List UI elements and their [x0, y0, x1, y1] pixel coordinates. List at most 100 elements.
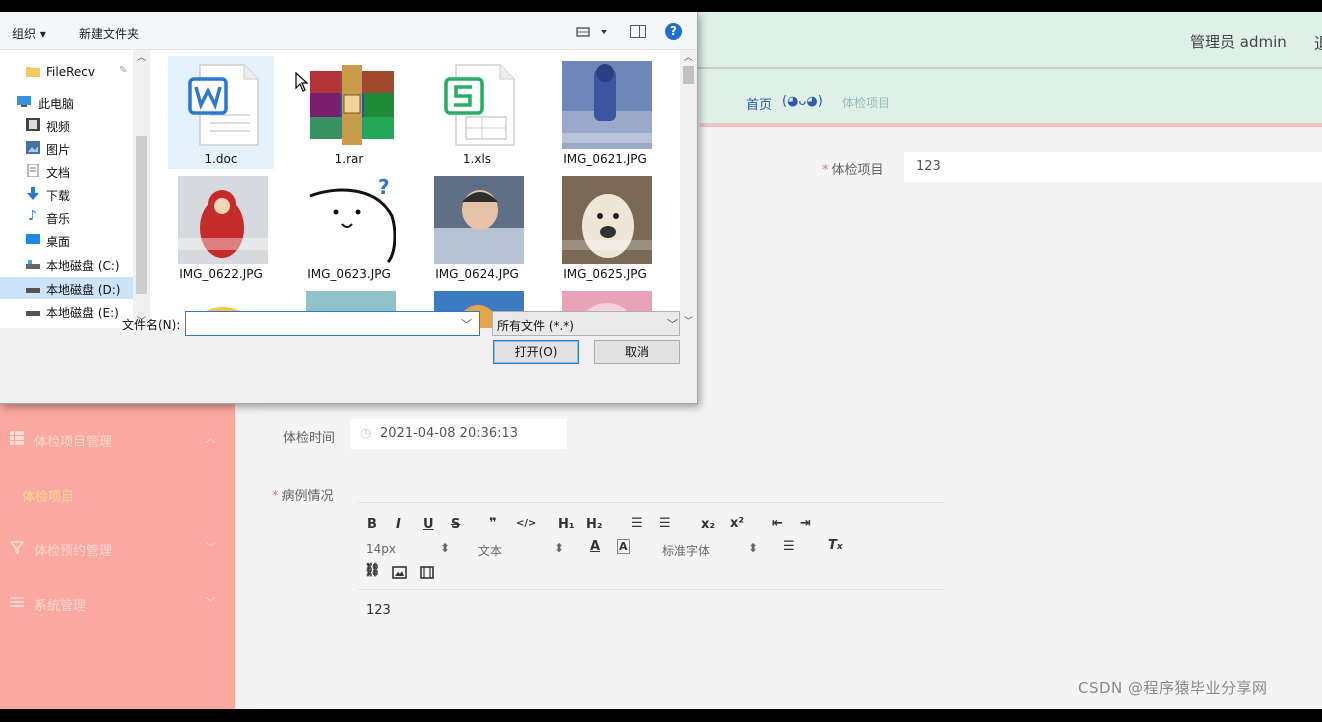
text-style-select[interactable]: 文本	[478, 542, 502, 559]
nav-item-drive-c[interactable]: 本地磁盘 (C:)	[0, 253, 138, 275]
blockquote-button[interactable]: ❞	[489, 516, 497, 531]
desktop-icon	[26, 234, 40, 244]
file-tile[interactable]: IMG_0621.JPG	[552, 56, 658, 169]
chevron-updown-icon: ⬍	[748, 541, 759, 555]
bullet-list-button[interactable]: ☰	[659, 516, 671, 531]
font-color-icon[interactable]: A	[590, 539, 600, 554]
photo-thumbnail: ?	[306, 176, 396, 264]
nav-item-pictures[interactable]: 图片	[0, 137, 138, 159]
sidebar-item-label: 体检预约管理	[34, 544, 113, 559]
rich-text-editor[interactable]: B I U S ❞ </> H₁ H₂ ☰ ☰ x₂ x² ⇤ ⇥ 14px ⬍…	[358, 502, 945, 707]
music-icon: ♪	[28, 208, 37, 224]
file-list: 1.doc 1.rar 1.xls IMG_0621.JPG IMG_0622.…	[150, 50, 697, 328]
video-icon[interactable]	[420, 566, 434, 579]
font-size-select[interactable]: 14px	[366, 542, 396, 556]
italic-button[interactable]: I	[396, 517, 401, 532]
file-type-select[interactable]: 所有文件 (*.*)	[492, 311, 680, 336]
image-icon	[26, 141, 40, 154]
chevron-up-icon: ︿	[205, 432, 216, 445]
image-icon[interactable]	[392, 566, 407, 579]
video-icon	[26, 118, 40, 131]
scroll-thumb[interactable]	[683, 66, 694, 84]
file-tile[interactable]: 1.xls	[424, 56, 530, 169]
grid-icon	[10, 431, 24, 445]
sidebar-item-system-management[interactable]: 系统管理 ﹀	[0, 588, 235, 618]
cancel-button[interactable]: 取消	[594, 340, 680, 364]
outdent-button[interactable]: ⇤	[772, 516, 783, 531]
file-tile[interactable]: IMG_0625.JPG	[552, 171, 658, 284]
watermark: CSDN @程序猿毕业分享网	[1078, 679, 1268, 697]
indent-button[interactable]: ⇥	[800, 516, 811, 531]
open-button[interactable]: 打开(O)	[493, 340, 579, 364]
sidebar-item-label: 体检项目	[22, 490, 75, 505]
photo-thumbnail	[562, 61, 652, 149]
breadcrumb-home[interactable]: 首页	[746, 94, 772, 113]
datetime-input[interactable]: ◷ 2021-04-08 20:36:13	[350, 419, 567, 449]
nav-item-music[interactable]: ♪ 音乐	[0, 206, 138, 228]
chevron-down-icon[interactable]: ﹀	[461, 316, 472, 332]
superscript-button[interactable]: x²	[730, 516, 744, 531]
nav-item-desktop[interactable]: 桌面	[0, 229, 138, 251]
admin-user-label[interactable]: 管理员 admin	[1190, 31, 1287, 52]
file-tile[interactable]: 1.doc	[168, 56, 274, 169]
condition-field-label: * 病例情况	[272, 489, 334, 504]
filter-icon	[10, 541, 24, 554]
align-icon[interactable]: ☰	[783, 539, 795, 554]
nav-item-drive-e[interactable]: 本地磁盘 (E:)	[0, 300, 138, 322]
new-folder-button[interactable]: 新建文件夹	[79, 25, 139, 42]
file-open-dialog: 组织 ▾ 新建文件夹 ? FileRecv ✎ 此电脑 视频 图片 文档 下载 …	[0, 12, 698, 404]
sidebar-item-appointment-management[interactable]: 体检预约管理 ﹀	[0, 533, 235, 563]
sidebar-item-project[interactable]: 体检项目	[0, 479, 235, 509]
drive-icon	[26, 311, 40, 316]
nav-item-drive-d[interactable]: 本地磁盘 (D:)	[0, 277, 138, 299]
chevron-updown-icon: ⬍	[554, 541, 565, 555]
ordered-list-button[interactable]: ☰	[631, 516, 643, 531]
preview-pane-icon[interactable]	[630, 25, 646, 38]
photo-thumbnail	[434, 176, 524, 264]
file-tile[interactable]: ? IMG_0623.JPG	[296, 171, 402, 284]
project-input[interactable]: 123	[904, 152, 1322, 182]
view-options-icon[interactable]	[576, 26, 610, 38]
photo-thumbnail	[178, 176, 268, 264]
file-scrollbar[interactable]: ︿ ﹀	[680, 50, 697, 328]
nav-scrollbar[interactable]: ︿ ﹀	[133, 50, 150, 328]
download-icon	[27, 187, 39, 200]
underline-button[interactable]: U	[423, 517, 434, 532]
breadcrumb-emoticon: (◕ᴗ◕)	[782, 94, 823, 109]
drive-icon	[26, 260, 40, 269]
filename-input[interactable]	[185, 311, 480, 336]
heading2-button[interactable]: H₂	[586, 517, 603, 532]
screen: 管理员 admin 退 首页 (◕ᴗ◕) 体检项目 体检项目管理 ︿ 体检项目 …	[0, 12, 1322, 709]
logout-link[interactable]: 退	[1314, 30, 1322, 54]
organize-button[interactable]: 组织 ▾	[12, 25, 46, 42]
chevron-down-icon[interactable]: ﹀	[667, 316, 678, 332]
help-icon[interactable]: ?	[665, 23, 682, 40]
pin-icon: ✎	[119, 65, 128, 76]
file-tile[interactable]: 1.rar	[296, 56, 402, 169]
nav-item-filerecv[interactable]: FileRecv ✎	[0, 61, 138, 83]
code-block-button[interactable]: </>	[516, 518, 536, 529]
strike-button[interactable]: S	[451, 517, 460, 532]
drive-icon	[26, 288, 40, 293]
file-tile[interactable]: IMG_0622.JPG	[168, 171, 274, 284]
sidebar-item-project-management[interactable]: 体检项目管理 ︿	[0, 424, 235, 454]
subscript-button[interactable]: x₂	[701, 517, 715, 532]
nav-item-downloads[interactable]: 下载	[0, 183, 138, 205]
heading1-button[interactable]: H₁	[558, 517, 575, 532]
scroll-down-icon[interactable]: ﹀	[684, 314, 693, 327]
scroll-up-icon[interactable]: ︿	[137, 50, 146, 63]
bold-button[interactable]: B	[367, 517, 377, 532]
clear-format-icon[interactable]: Tx	[828, 538, 843, 553]
link-icon[interactable]: ⛓	[364, 563, 381, 578]
nav-item-videos[interactable]: 视频	[0, 114, 138, 136]
scroll-thumb[interactable]	[136, 136, 147, 294]
nav-item-this-pc[interactable]: 此电脑	[0, 91, 138, 113]
nav-item-documents[interactable]: 文档	[0, 160, 138, 182]
breadcrumb: 首页 (◕ᴗ◕) 体检项目	[700, 69, 1322, 127]
editor-content[interactable]: 123	[366, 603, 391, 618]
scroll-up-icon[interactable]: ︿	[684, 50, 693, 63]
font-family-select[interactable]: 标准字体	[662, 542, 710, 559]
background-color-icon[interactable]: A	[617, 539, 630, 554]
file-tile[interactable]: IMG_0624.JPG	[424, 171, 530, 284]
project-field-label: * 体检项目	[822, 163, 884, 178]
